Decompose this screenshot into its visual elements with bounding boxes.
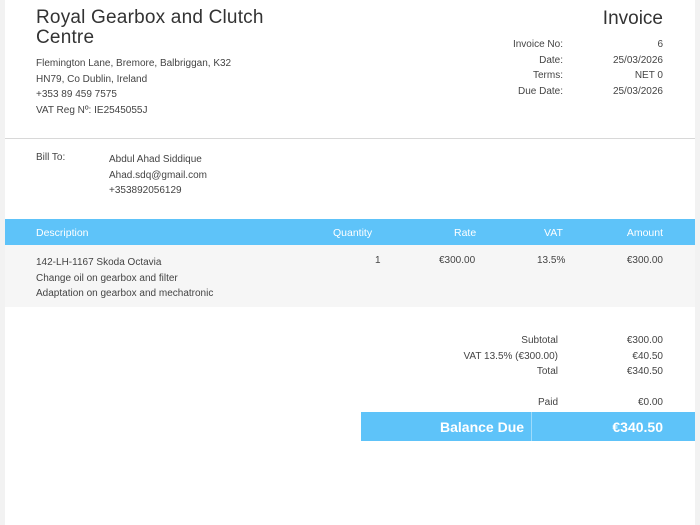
balance-separator [531,412,532,441]
meta-value: NET 0 [634,70,663,82]
item-vat: 13.5% [537,255,566,266]
invoice-meta: Invoice No: 6 Date: 25/03/2026 Terms: NE… [443,37,663,99]
meta-label: Invoice No: [512,39,563,50]
item-description: 142-LH-1167 Skoda Octavia Change oil on … [36,255,213,302]
header-amount: Amount [626,227,663,239]
paid-label: Paid [537,396,558,408]
company-phone: +353 89 459 7575 [36,89,117,101]
company-details: Flemington Lane, Bremore, Balbriggan, K3… [36,56,231,118]
company-address-line2: HN79, Co Dublin, Ireland [36,73,148,85]
bill-to-email: Ahad.sdq@gmail.com [109,169,207,181]
totals-section: Subtotal €300.00 VAT 13.5% (€300.00) €40… [358,333,663,410]
subtotal-row: Subtotal €300.00 [358,333,663,349]
item-rate: €300.00 [439,255,476,266]
balance-due-bar: Balance Due €340.50 [361,412,695,441]
subtotal-label: Subtotal [521,335,558,346]
paid-value: €0.00 [637,396,663,408]
items-table-header: Description Quantity Rate VAT Amount [5,219,695,245]
item-amount: €300.00 [626,255,663,266]
meta-value: 25/03/2026 [612,85,663,97]
bill-to-name: Abdul Ahad Siddique [109,154,202,165]
total-value: €340.50 [626,366,663,378]
bill-to-phone: +353892056129 [109,185,182,197]
meta-label: Date: [539,54,563,66]
vat-row: VAT 13.5% (€300.00) €40.50 [358,349,663,365]
bill-to-details: Abdul Ahad Siddique Ahad.sdq@gmail.com +… [109,152,207,199]
meta-label: Due Date: [517,85,563,97]
meta-row-due-date: Due Date: 25/03/2026 [443,84,663,100]
item-description-line: Adaptation on gearbox and mechatronic [36,288,214,300]
balance-due-label: Balance Due [440,419,525,435]
vat-value: €40.50 [632,350,663,362]
balance-due-value: €340.50 [612,419,663,435]
meta-row-date: Date: 25/03/2026 [443,53,663,69]
meta-value: 25/03/2026 [612,54,663,66]
meta-row-invoice-no: Invoice No: 6 [443,37,663,53]
total-label: Total [536,366,558,378]
total-row: Total €340.50 [358,364,663,380]
header-rate: Rate [454,227,477,239]
paid-row: Paid €0.00 [358,395,663,411]
company-name: Royal Gearbox and Clutch Centre [36,7,264,48]
item-description-line: Change oil on gearbox and filter [36,272,178,284]
header-divider [5,138,695,139]
header-vat: VAT [544,227,563,239]
table-row: 142-LH-1167 Skoda Octavia Change oil on … [5,245,695,307]
item-quantity: 1 [375,255,381,266]
bill-to-label: Bill To: [36,152,66,163]
meta-value: 6 [657,39,663,50]
invoice-page: Royal Gearbox and Clutch Centre Flemingt… [5,0,695,525]
subtotal-value: €300.00 [626,335,663,346]
company-vat-reg: VAT Reg Nº: IE2545055J [36,104,148,116]
company-address-line1: Flemington Lane, Bremore, Balbriggan, K3… [36,58,232,69]
header-description: Description [36,227,89,239]
meta-label: Terms: [533,70,563,82]
item-description-line: 142-LH-1167 Skoda Octavia [36,257,162,268]
invoice-title: Invoice [602,8,663,29]
meta-row-terms: Terms: NET 0 [443,68,663,84]
header-quantity: Quantity [333,227,373,239]
vat-label: VAT 13.5% (€300.00) [463,350,558,362]
